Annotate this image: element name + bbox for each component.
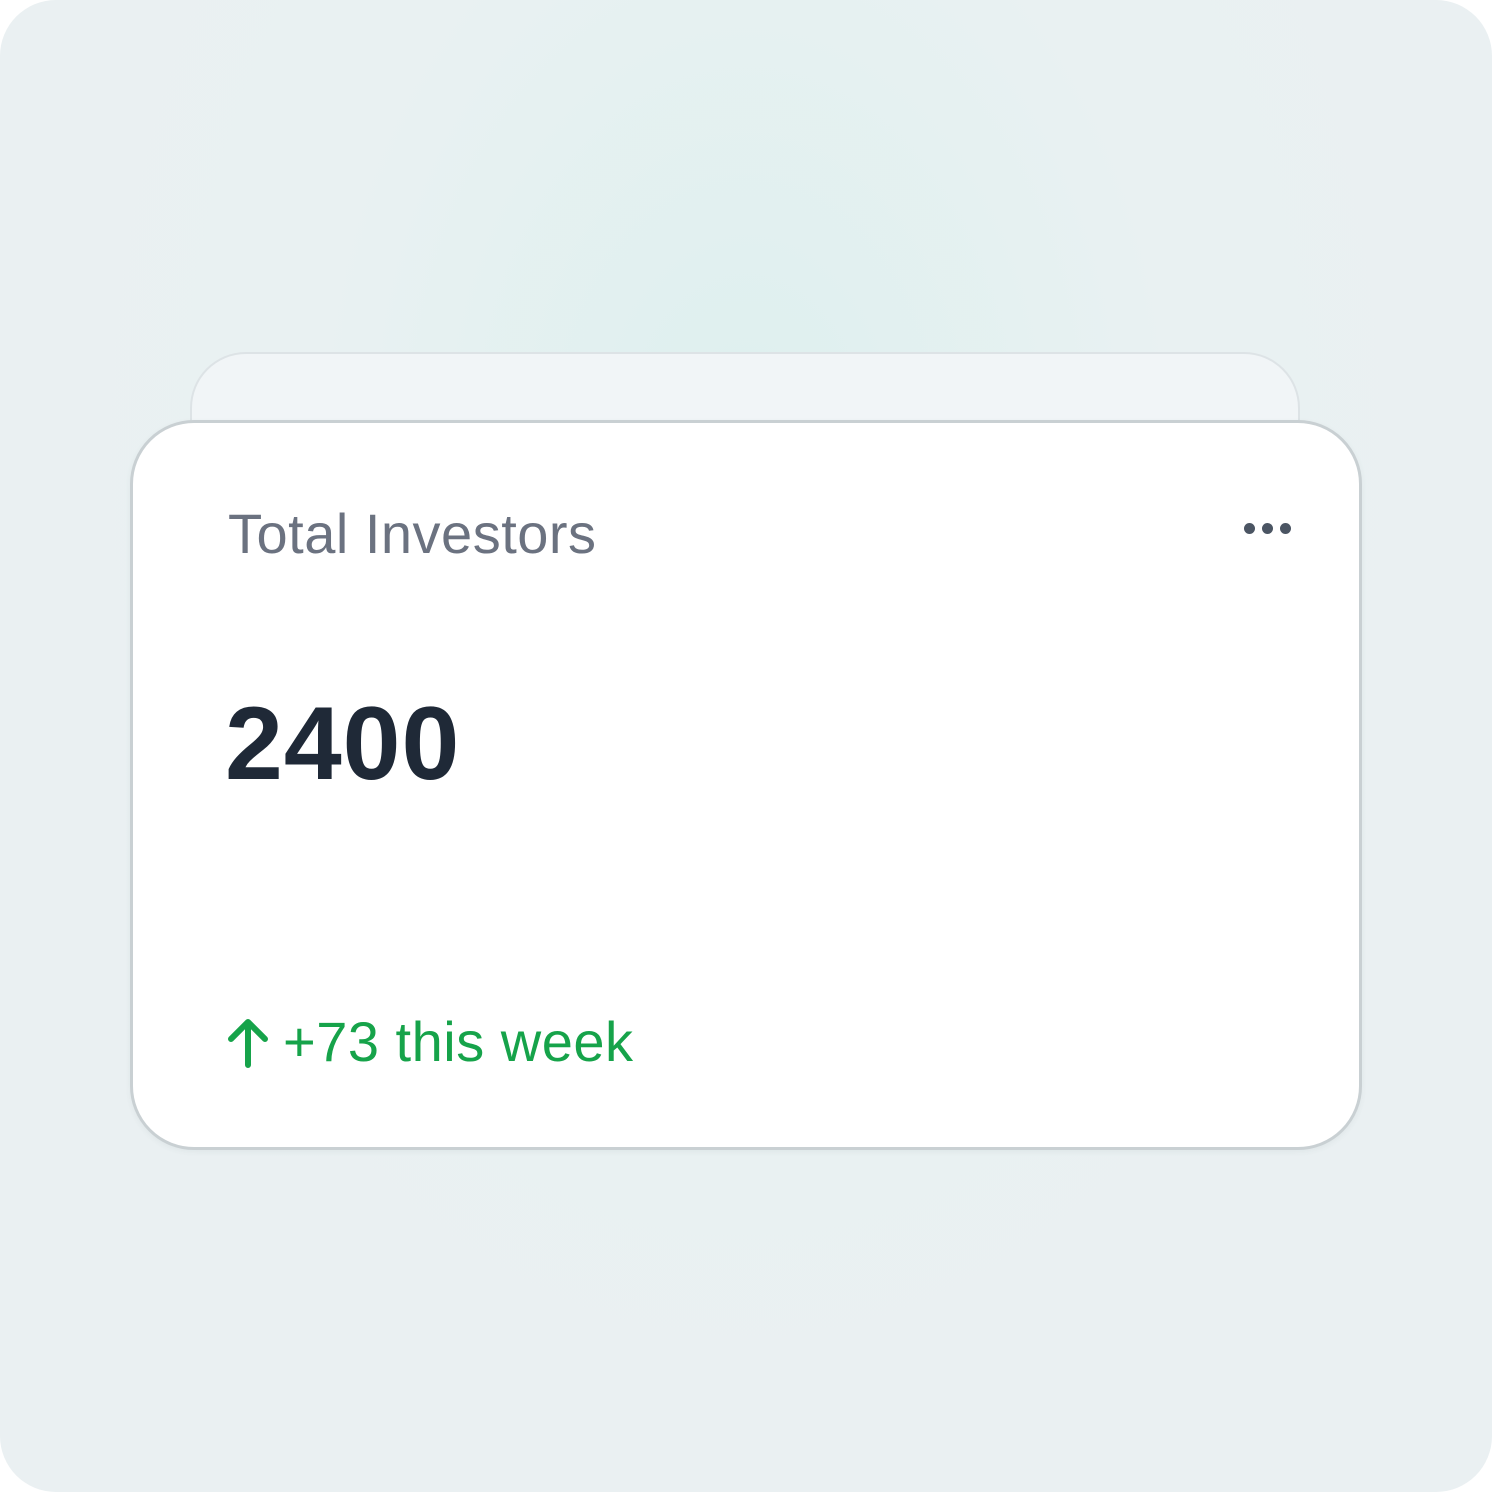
metric-value: 2400 <box>225 686 461 802</box>
more-horizontal-icon-dot <box>1261 522 1273 534</box>
trend-text: +73 this week <box>283 1010 634 1073</box>
more-horizontal-icon <box>1243 522 1255 534</box>
arrow-up-icon <box>228 1018 268 1068</box>
card-title: Total Investors <box>228 502 597 565</box>
widget-backdrop: Total Investors 2400 +73 this week <box>0 0 1492 1492</box>
trend-indicator: +73 this week <box>225 1009 633 1074</box>
total-investors-card: Total Investors 2400 +73 this week <box>130 420 1362 1150</box>
more-options-button[interactable] <box>1237 513 1297 543</box>
more-horizontal-icon-dot <box>1279 522 1291 534</box>
